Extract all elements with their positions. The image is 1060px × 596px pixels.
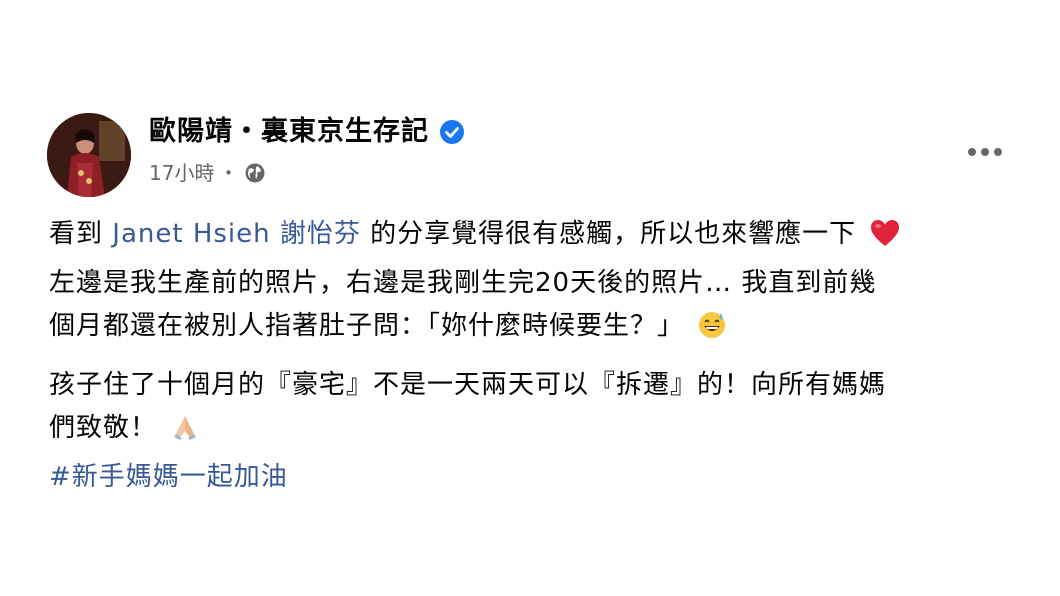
more-dot xyxy=(981,148,989,156)
post-body: 看到 Janet Hsieh 謝怡芬 的分享覺得很有感觸，所以也來響應一下 左邊… xyxy=(49,213,1029,509)
post-line: 看到 Janet Hsieh 謝怡芬 的分享覺得很有感觸，所以也來響應一下 xyxy=(49,213,1029,262)
hashtag-link[interactable]: #新手媽媽一起加油 xyxy=(49,456,1029,499)
avatar-photo xyxy=(47,113,131,197)
post-line: 個月都還在被別人指著肚子問：「妳什麼時候要生？」 xyxy=(49,305,1029,354)
red-heart-emoji xyxy=(869,218,901,262)
post-text: 看到 xyxy=(49,219,104,249)
post-timestamp[interactable]: 17小時 xyxy=(149,158,214,188)
mention-link[interactable]: Janet Hsieh 謝怡芬 xyxy=(112,219,361,249)
more-dot xyxy=(994,148,1002,156)
post-paragraph-2: 孩子住了十個月的『豪宅』不是一天兩天可以『拆遷』的！向所有媽媽 們致敬！ #新手… xyxy=(49,364,1029,499)
author-name-row: 歐陽靖・裏東京生存記 xyxy=(149,112,465,152)
grinning-sweat-emoji xyxy=(697,310,727,354)
author-name[interactable]: 歐陽靖・裏東京生存記 xyxy=(149,112,429,152)
globe-icon[interactable] xyxy=(244,162,266,184)
post-meta: 17小時 ・ xyxy=(149,158,266,188)
post-paragraph-1: 看到 Janet Hsieh 謝怡芬 的分享覺得很有感觸，所以也來響應一下 左邊… xyxy=(49,213,1029,354)
post-text: 們致敬！ xyxy=(49,413,158,443)
post-line: 孩子住了十個月的『豪宅』不是一天兩天可以『拆遷』的！向所有媽媽 xyxy=(49,370,887,400)
post-text: 個月都還在被別人指著肚子問：「妳什麼時候要生？」 xyxy=(49,311,685,341)
more-options-icon[interactable] xyxy=(962,138,1008,166)
avatar[interactable] xyxy=(47,113,131,197)
post-line: 左邊是我生產前的照片，右邊是我剛生完20天後的照片… 我直到前幾 xyxy=(49,268,877,298)
more-dot xyxy=(968,148,976,156)
post-line: 們致敬！ xyxy=(49,407,1029,456)
facebook-post: 歐陽靖・裏東京生存記 17小時 ・ 看到 Janet Hsieh 謝怡芬 的分享… xyxy=(0,0,1060,596)
folded-hands-emoji xyxy=(170,412,200,456)
post-text: 的分享覺得很有感觸，所以也來響應一下 xyxy=(370,219,857,249)
meta-separator: ・ xyxy=(218,161,239,185)
verified-badge-icon xyxy=(439,119,465,145)
